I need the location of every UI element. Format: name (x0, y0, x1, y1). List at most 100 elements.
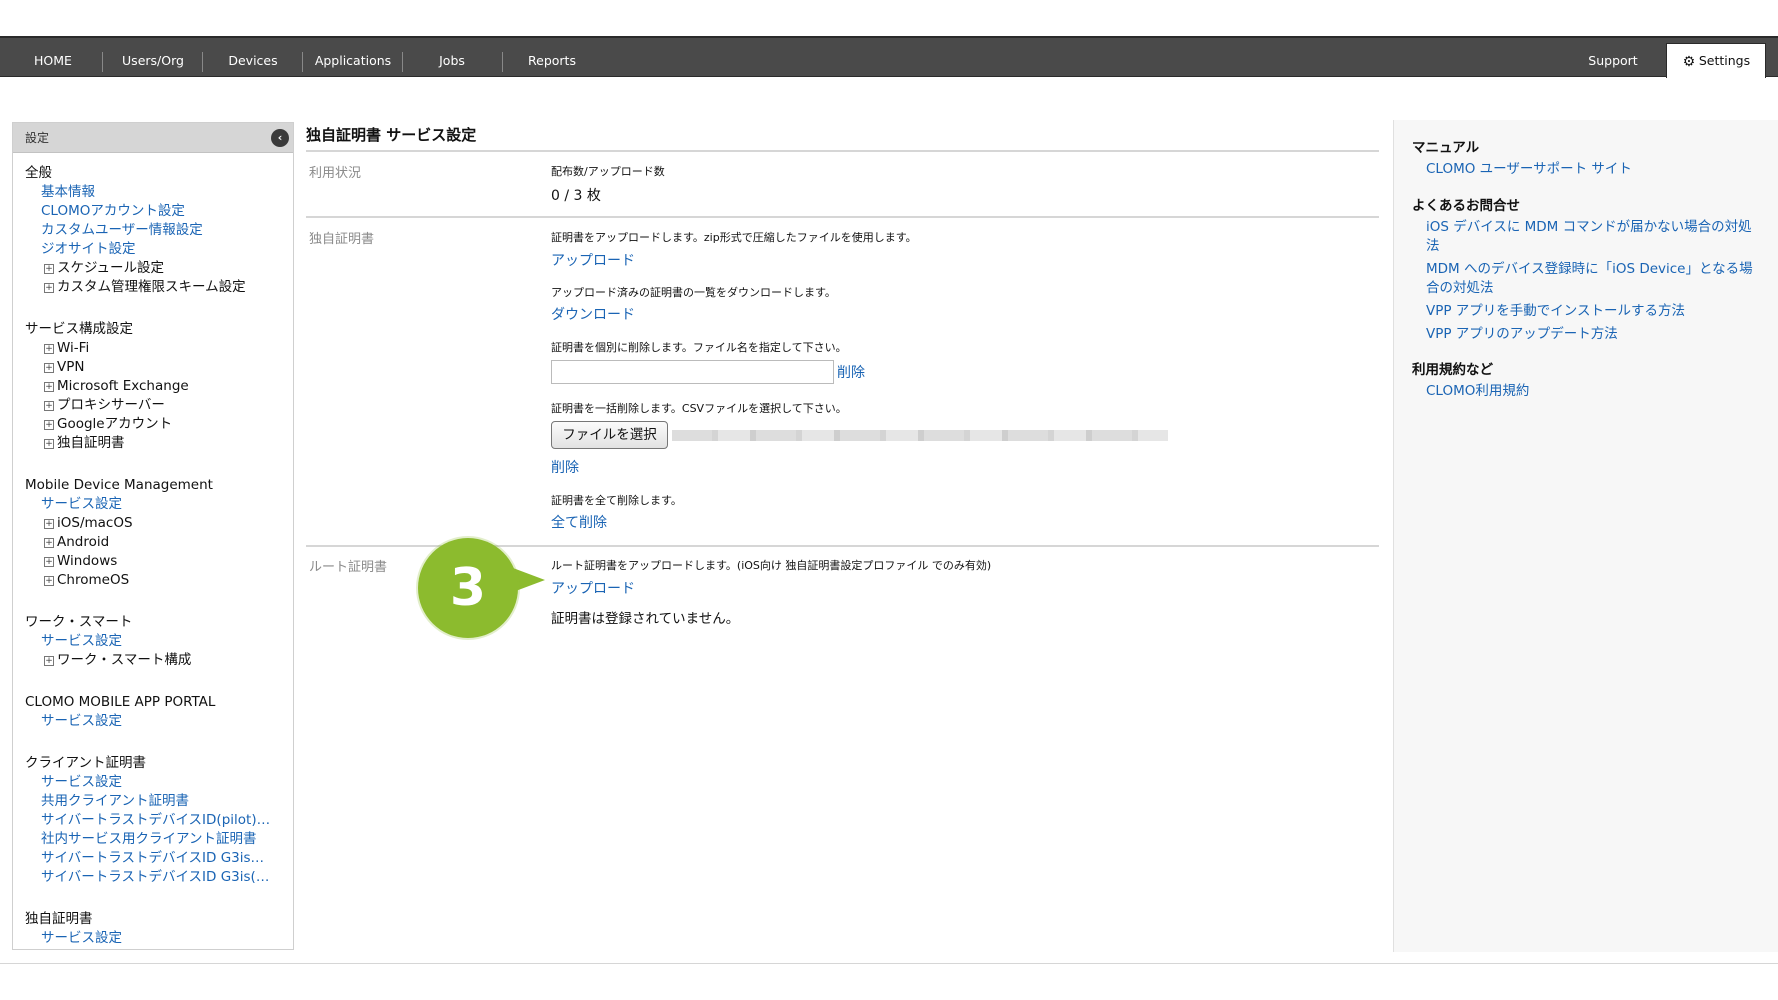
expand-icon[interactable]: + (44, 439, 54, 449)
sidebar-section-general: 全般 基本情報 CLOMOアカウント設定 カスタムユーザー情報設定 ジオサイト設… (25, 164, 293, 297)
cert-upload-link[interactable]: アップロード (551, 250, 635, 270)
sidebar-item-proxy[interactable]: + プロキシサーバー (25, 396, 287, 415)
sidebar-item-own-cert[interactable]: + 独自証明書 (25, 434, 287, 453)
faq-link-1[interactable]: iOS デバイスに MDM コマンドが届かない場合の対処法 (1426, 218, 1756, 256)
nav-jobs[interactable]: Jobs (404, 38, 500, 77)
sidebar-item-geosite[interactable]: ジオサイト設定 (25, 240, 287, 259)
sidebar-section-client-cert: クライアント証明書 サービス設定 共用クライアント証明書 サイバートラストデバイ… (25, 754, 293, 887)
sidebar-item-google[interactable]: + Googleアカウント (25, 415, 287, 434)
section-title: 独自証明書 (25, 911, 93, 927)
expand-icon[interactable]: + (44, 420, 54, 430)
sidebar-item-client-cert-service[interactable]: サービス設定 (25, 773, 287, 792)
nav-divider (402, 52, 403, 72)
sidebar-item-custom-user-info[interactable]: カスタムユーザー情報設定 (25, 221, 287, 240)
sidebar-item-worksmart-config[interactable]: + ワーク・スマート構成 (25, 651, 287, 670)
sidebar-section-worksmart: ワーク・スマート サービス設定 + ワーク・スマート構成 (25, 613, 293, 670)
cert-delete-one-link[interactable]: 削除 (837, 362, 865, 382)
manual-link[interactable]: CLOMO ユーザーサポート サイト (1426, 160, 1756, 179)
sidebar-item-cybertrust-g3is[interactable]: サイバートラストデバイスID G3is… (25, 849, 287, 868)
sidebar-section-service: サービス構成設定 + Wi-Fi + VPN + Microsoft Exchange… (25, 320, 293, 453)
settings-sidebar: 設定 ‹ 全般 基本情報 CLOMOアカウント設定 カスタムユーザー情報設定 ジ… (12, 122, 294, 950)
sidebar-item-exchange[interactable]: + Microsoft Exchange (25, 377, 287, 396)
page-title: 独自証明書 サービス設定 (306, 126, 477, 144)
expand-icon[interactable]: + (44, 656, 54, 666)
faq-link-3[interactable]: VPP アプリを手動でインストールする方法 (1426, 302, 1756, 321)
section-title: サービス構成設定 (25, 321, 133, 337)
nav-users-org[interactable]: Users/Org (104, 38, 202, 77)
sidebar-item-cybertrust-g3is-2[interactable]: サイバートラストデバイスID G3is(… (25, 868, 287, 887)
sidebar-item-mdm-service[interactable]: サービス設定 (25, 495, 287, 514)
cert-filename-input[interactable] (551, 360, 834, 384)
faq-link-2[interactable]: MDM へのデバイス登録時に「iOS Device」となる場合の対処法 (1426, 260, 1756, 298)
expand-icon[interactable]: + (44, 264, 54, 274)
sidebar-item-account[interactable]: CLOMOアカウント設定 (25, 202, 287, 221)
nav-divider (102, 52, 103, 72)
expand-icon[interactable]: + (44, 401, 54, 411)
terms-link[interactable]: CLOMO利用規約 (1426, 382, 1756, 401)
nav-devices[interactable]: Devices (204, 38, 302, 77)
sidebar-item-android[interactable]: + Android (25, 533, 287, 552)
nav-home[interactable]: HOME (13, 38, 93, 77)
expand-icon[interactable]: + (44, 344, 54, 354)
cert-delete-all-desc: 証明書を全て削除します。 (551, 494, 682, 507)
cert-delete-all-link[interactable]: 全て削除 (551, 512, 607, 532)
footer-divider (0, 963, 1778, 964)
expand-icon[interactable]: + (44, 519, 54, 529)
cert-delete-bulk-desc: 証明書を一括削除します。CSVファイルを選択して下さい。 (551, 402, 847, 415)
sidebar-header: 設定 ‹ (13, 123, 293, 153)
nav-reports[interactable]: Reports (504, 38, 600, 77)
cert-download-link[interactable]: ダウンロード (551, 304, 635, 324)
expand-icon[interactable]: + (44, 538, 54, 548)
sidebar-item-own-cert-service[interactable]: サービス設定 (25, 929, 287, 948)
sidebar-item-portal-service[interactable]: サービス設定 (25, 712, 287, 731)
root-cert-status: 証明書は登録されていません。 (551, 611, 740, 627)
step-badge: 3 (418, 538, 518, 638)
nav-applications[interactable]: Applications (304, 38, 402, 77)
faq-link-4[interactable]: VPP アプリのアップデート方法 (1426, 325, 1756, 344)
sidebar-item-vpn[interactable]: + VPN (25, 358, 287, 377)
manual-title: マニュアル (1412, 140, 1480, 156)
cert-upload-desc: 証明書をアップロードします。zip形式で圧縮したファイルを使用します。 (551, 231, 917, 244)
sidebar-item-cybertrust-pilot[interactable]: サイバートラストデバイスID(pilot)… (25, 811, 287, 830)
root-cert-desc: ルート証明書をアップロードします。(iOS向け 独自証明書設定プロファイル での… (551, 559, 992, 572)
nav-support[interactable]: Support (1568, 38, 1658, 77)
nav-settings-tab[interactable]: ⚙ Settings (1666, 43, 1766, 78)
sidebar-section-own-cert: 独自証明書 サービス設定 (25, 910, 293, 948)
sidebar-item-wifi[interactable]: + Wi-Fi (25, 339, 287, 358)
settings-label: Settings (1698, 53, 1751, 68)
sidebar-item-windows[interactable]: + Windows (25, 552, 287, 571)
blurred-filename (672, 430, 1168, 441)
cert-delete-bulk-link[interactable]: 削除 (551, 457, 579, 477)
expand-icon[interactable]: + (44, 557, 54, 567)
sidebar-item-ios[interactable]: + iOS/macOS (25, 514, 287, 533)
expand-icon[interactable]: + (44, 576, 54, 586)
collapse-sidebar-icon[interactable]: ‹ (271, 129, 289, 147)
divider (306, 216, 1379, 218)
gear-icon: ⚙ (1682, 54, 1696, 70)
expand-icon[interactable]: + (44, 363, 54, 373)
section-title: 全般 (25, 165, 52, 181)
sidebar-item-worksmart-service[interactable]: サービス設定 (25, 632, 287, 651)
sidebar-item-schedule[interactable]: + スケジュール設定 (25, 259, 287, 278)
nav-divider (502, 52, 503, 72)
sidebar-title: 設定 (25, 131, 50, 145)
divider (306, 150, 1379, 152)
section-title: Mobile Device Management (25, 477, 213, 493)
sidebar-item-shared-client-cert[interactable]: 共用クライアント証明書 (25, 792, 287, 811)
sidebar-item-custom-permission[interactable]: + カスタム管理権限スキーム設定 (25, 278, 287, 297)
top-nav-bar: HOME Users/Org Devices Applications Jobs… (0, 36, 1778, 78)
terms-title: 利用規約など (1412, 362, 1493, 378)
sidebar-item-internal-client-cert[interactable]: 社内サービス用クライアント証明書 (25, 830, 287, 849)
sidebar-item-basic-info[interactable]: 基本情報 (25, 183, 287, 202)
root-cert-upload-link[interactable]: アップロード (551, 578, 635, 598)
cert-label: 独自証明書 (309, 232, 375, 247)
sidebar-item-chromeos[interactable]: + ChromeOS (25, 571, 287, 590)
expand-icon[interactable]: + (44, 382, 54, 392)
faq-title: よくあるお問合せ (1412, 198, 1520, 214)
section-title: クライアント証明書 (25, 755, 146, 771)
cert-delete-one-desc: 証明書を個別に削除します。ファイル名を指定して下さい。 (551, 341, 847, 354)
choose-file-button[interactable]: ファイルを選択 (551, 421, 668, 449)
section-title: ワーク・スマート (25, 614, 133, 630)
expand-icon[interactable]: + (44, 283, 54, 293)
cert-download-desc: アップロード済みの証明書の一覧をダウンロードします。 (551, 286, 836, 299)
